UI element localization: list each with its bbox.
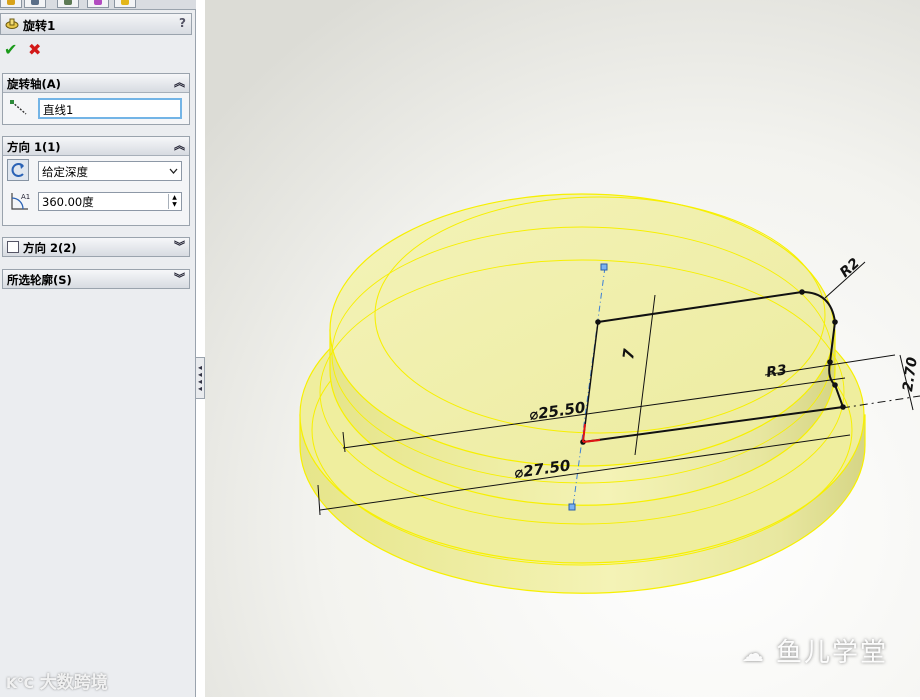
chevron-down-icon[interactable]: ︾ (174, 238, 185, 254)
spin-down-icon[interactable]: ▼ (169, 201, 180, 208)
watermark-right: ☁ 鱼儿学堂 (742, 632, 888, 669)
feature-title: 旋转1 (23, 19, 56, 33)
display-icon (121, 0, 129, 5)
axis-input[interactable]: 直线1 (38, 98, 182, 119)
angle-icon: A1 (11, 193, 30, 210)
revolve-icon (5, 18, 19, 29)
contours-title: 所选轮廓(S) (7, 273, 72, 287)
tab-property-manager[interactable] (24, 0, 46, 8)
manager-tabs (0, 0, 196, 10)
watermark-left-text: 大数跨境 (39, 673, 108, 693)
direction2-section: 方向 2(2) ︾ (2, 237, 190, 257)
help-button[interactable]: ? (179, 16, 186, 30)
axis-section-header[interactable]: 旋转轴(A) ︽ (3, 74, 189, 93)
end-condition-select[interactable]: 给定深度 (38, 161, 182, 181)
reverse-direction-button[interactable] (7, 159, 29, 181)
direction2-header[interactable]: 方向 2(2) ︾ (3, 238, 189, 256)
angle-input[interactable]: 360.00度 ▲ ▼ (38, 192, 182, 211)
feature-tree-icon (7, 0, 15, 5)
axis-section-title: 旋转轴(A) (7, 77, 61, 91)
end-condition-value: 给定深度 (42, 165, 88, 179)
axis-input-value: 直线1 (43, 103, 74, 117)
revolve-preview-body[interactable] (299, 193, 866, 594)
dimxpert-icon (94, 0, 102, 5)
direction1-section: 方向 1(1) ︽ 给定深度 A1 360.00度 ▲ ▼ (2, 136, 190, 226)
panel-collapse-handle[interactable]: ◂ ◂ ◂ ◂ (196, 357, 205, 399)
direction2-checkbox[interactable] (7, 241, 19, 253)
direction2-title: 方向 2(2) (23, 241, 77, 255)
tab-display-manager[interactable] (114, 0, 136, 8)
contours-header[interactable]: 所选轮廓(S) ︾ (3, 270, 189, 288)
config-icon (64, 0, 72, 5)
ok-button[interactable]: ✔ (4, 42, 17, 58)
property-icon (31, 0, 39, 5)
spin-up-icon[interactable]: ▲ (169, 194, 180, 201)
dim-radius-r3[interactable]: R3 (765, 362, 788, 381)
chevron-down-icon[interactable]: ︾ (174, 270, 185, 286)
property-manager: 旋转1 ? ✔ ✖ 旋转轴(A) ︽ 直线1 方向 1(1) ︽ 给定深度 A1… (0, 0, 196, 697)
cancel-button[interactable]: ✖ (28, 42, 41, 58)
chevron-down-icon (169, 168, 178, 174)
graphics-area[interactable]: ⌀25.50 ⌀27.50 7 R2 R3 2.70 ☁ 鱼儿学堂 (205, 0, 920, 697)
angle-value: 360.00度 (42, 195, 94, 209)
angle-spinner[interactable]: ▲ ▼ (168, 194, 180, 209)
tab-feature-manager[interactable] (0, 0, 22, 8)
contours-section: 所选轮廓(S) ︾ (2, 269, 190, 289)
direction1-title: 方向 1(1) (7, 140, 61, 154)
wechat-icon: ☁ (741, 642, 766, 667)
chevron-up-icon[interactable]: ︽ (174, 137, 185, 153)
reverse-direction-icon (11, 163, 24, 177)
tab-dim-expert[interactable] (87, 0, 109, 8)
watermark-left: K℃ 大数跨境 (6, 668, 108, 693)
tab-configuration-manager[interactable] (57, 0, 79, 8)
chevron-up-icon[interactable]: ︽ (174, 74, 185, 90)
svg-text:A1: A1 (21, 193, 30, 201)
axis-section: 旋转轴(A) ︽ 直线1 (2, 73, 190, 125)
model-view[interactable]: ⌀25.50 ⌀27.50 7 R2 R3 2.70 (205, 0, 920, 697)
brand-logo-icon: K℃ (6, 676, 34, 692)
axis-line-icon (10, 100, 27, 115)
watermark-right-text: 鱼儿学堂 (775, 638, 888, 668)
direction1-header[interactable]: 方向 1(1) ︽ (3, 137, 189, 156)
feature-title-bar: 旋转1 ? (0, 13, 192, 35)
